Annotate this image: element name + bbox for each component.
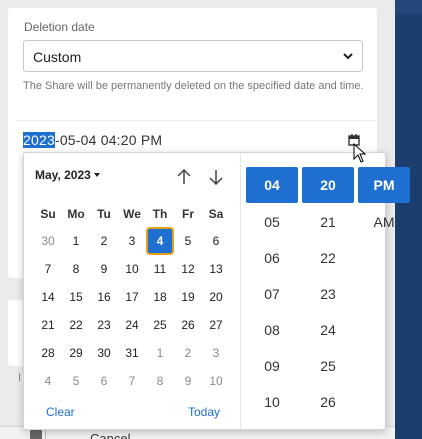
hour-option[interactable]: 07 — [246, 286, 298, 302]
calendar-day[interactable]: 1 — [64, 229, 88, 253]
next-month-arrow-icon[interactable] — [208, 168, 224, 186]
calendar-day[interactable]: 10 — [204, 369, 228, 393]
minute-option[interactable]: 24 — [302, 322, 354, 338]
caret-down-icon — [93, 173, 100, 177]
minute-option[interactable]: 25 — [302, 358, 354, 374]
chevron-down-icon — [343, 53, 353, 60]
calendar-day[interactable]: 27 — [204, 313, 228, 337]
mouse-cursor-icon — [353, 143, 367, 163]
hour-selected[interactable]: 04 — [246, 167, 298, 203]
calendar-day[interactable]: 8 — [148, 369, 172, 393]
calendar-day[interactable]: 23 — [92, 313, 116, 337]
hour-option[interactable]: 08 — [246, 322, 298, 338]
weekday-label: Mo — [67, 207, 85, 221]
picker-divider — [240, 153, 241, 429]
weekday-label: Su — [40, 207, 56, 221]
calendar-day[interactable]: 6 — [92, 369, 116, 393]
datetime-selected-segment: 2023 — [23, 132, 55, 148]
calendar-day[interactable]: 8 — [64, 257, 88, 281]
calendar-day[interactable]: 2 — [176, 341, 200, 365]
calendar-day[interactable]: 28 — [36, 341, 60, 365]
calendar-day[interactable]: 29 — [64, 341, 88, 365]
calendar-day[interactable]: 10 — [120, 257, 144, 281]
footer-icon[interactable] — [30, 430, 42, 439]
calendar-day[interactable]: 7 — [36, 257, 60, 281]
calendar-day-selected[interactable]: 4 — [148, 229, 172, 253]
weekday-label: Tu — [97, 207, 111, 221]
sidebar-cap — [395, 0, 422, 14]
calendar-day[interactable]: 5 — [64, 369, 88, 393]
weekday-label: Th — [152, 207, 168, 221]
calendar-day[interactable]: 20 — [204, 285, 228, 309]
calendar-day[interactable]: 15 — [64, 285, 88, 309]
deletion-date-label: Deletion date — [24, 20, 95, 34]
period-selected[interactable]: PM — [358, 167, 410, 203]
deletion-help-text: The Share will be permanently deleted on… — [23, 80, 364, 92]
calendar-day[interactable]: 1 — [148, 341, 172, 365]
previous-month-arrow-icon[interactable] — [176, 168, 192, 186]
calendar-day[interactable]: 13 — [204, 257, 228, 281]
deletion-date-value: Custom — [33, 49, 82, 65]
hour-option[interactable]: 10 — [246, 394, 298, 410]
datetime-remaining-text: -05-04 04:20 PM — [54, 132, 163, 148]
calendar-day[interactable]: 21 — [36, 313, 60, 337]
month-year-label: May, 2023 — [35, 168, 91, 182]
calendar-day[interactable]: 14 — [36, 285, 60, 309]
hour-option[interactable]: 05 — [246, 214, 298, 230]
calendar-day[interactable]: 7 — [120, 369, 144, 393]
weekday-label: Sa — [208, 207, 224, 221]
calendar-day[interactable]: 4 — [36, 369, 60, 393]
weekday-label: We — [123, 207, 141, 221]
today-button[interactable]: Today — [188, 405, 220, 419]
calendar-day[interactable]: 26 — [176, 313, 200, 337]
minute-option[interactable]: 21 — [302, 214, 354, 230]
calendar-day[interactable]: 19 — [176, 285, 200, 309]
calendar-day[interactable]: 12 — [176, 257, 200, 281]
calendar-day[interactable]: 22 — [64, 313, 88, 337]
calendar-day[interactable]: 6 — [204, 229, 228, 253]
month-year-dropdown[interactable]: May, 2023 — [35, 168, 100, 182]
calendar-day[interactable]: 2 — [92, 229, 116, 253]
cancel-button[interactable]: Cancel — [90, 431, 130, 439]
calendar-day[interactable]: 9 — [176, 369, 200, 393]
datetime-input[interactable]: 2023-05-04 04:20 PM — [23, 132, 162, 148]
minute-selected[interactable]: 20 — [302, 167, 354, 203]
minute-option[interactable]: 22 — [302, 250, 354, 266]
calendar-day[interactable]: 24 — [120, 313, 144, 337]
calendar-day[interactable]: 5 — [176, 229, 200, 253]
calendar-day[interactable]: 30 — [92, 341, 116, 365]
deletion-date-select[interactable]: Custom — [23, 40, 363, 72]
hour-option[interactable]: 09 — [246, 358, 298, 374]
calendar-day[interactable]: 25 — [148, 313, 172, 337]
calendar-day[interactable]: 3 — [120, 229, 144, 253]
hour-option[interactable]: 06 — [246, 250, 298, 266]
calendar-day[interactable]: 16 — [92, 285, 116, 309]
calendar-day[interactable]: 30 — [36, 229, 60, 253]
period-option[interactable]: AM — [358, 214, 410, 230]
clear-button[interactable]: Clear — [46, 405, 75, 419]
calendar-day[interactable]: 11 — [148, 257, 172, 281]
weekday-label: Fr — [182, 207, 194, 221]
minute-option[interactable]: 23 — [302, 286, 354, 302]
datetime-picker-popup: May, 2023 Su Mo Tu We Th Fr Sa 30 1 2 3 … — [23, 152, 410, 430]
calendar-day[interactable]: 3 — [204, 341, 228, 365]
calendar-day[interactable]: 17 — [120, 285, 144, 309]
background-text: I — [18, 372, 22, 384]
calendar-day[interactable]: 9 — [92, 257, 116, 281]
minute-option[interactable]: 26 — [302, 394, 354, 410]
calendar-day[interactable]: 31 — [120, 341, 144, 365]
calendar-day[interactable]: 18 — [148, 285, 172, 309]
